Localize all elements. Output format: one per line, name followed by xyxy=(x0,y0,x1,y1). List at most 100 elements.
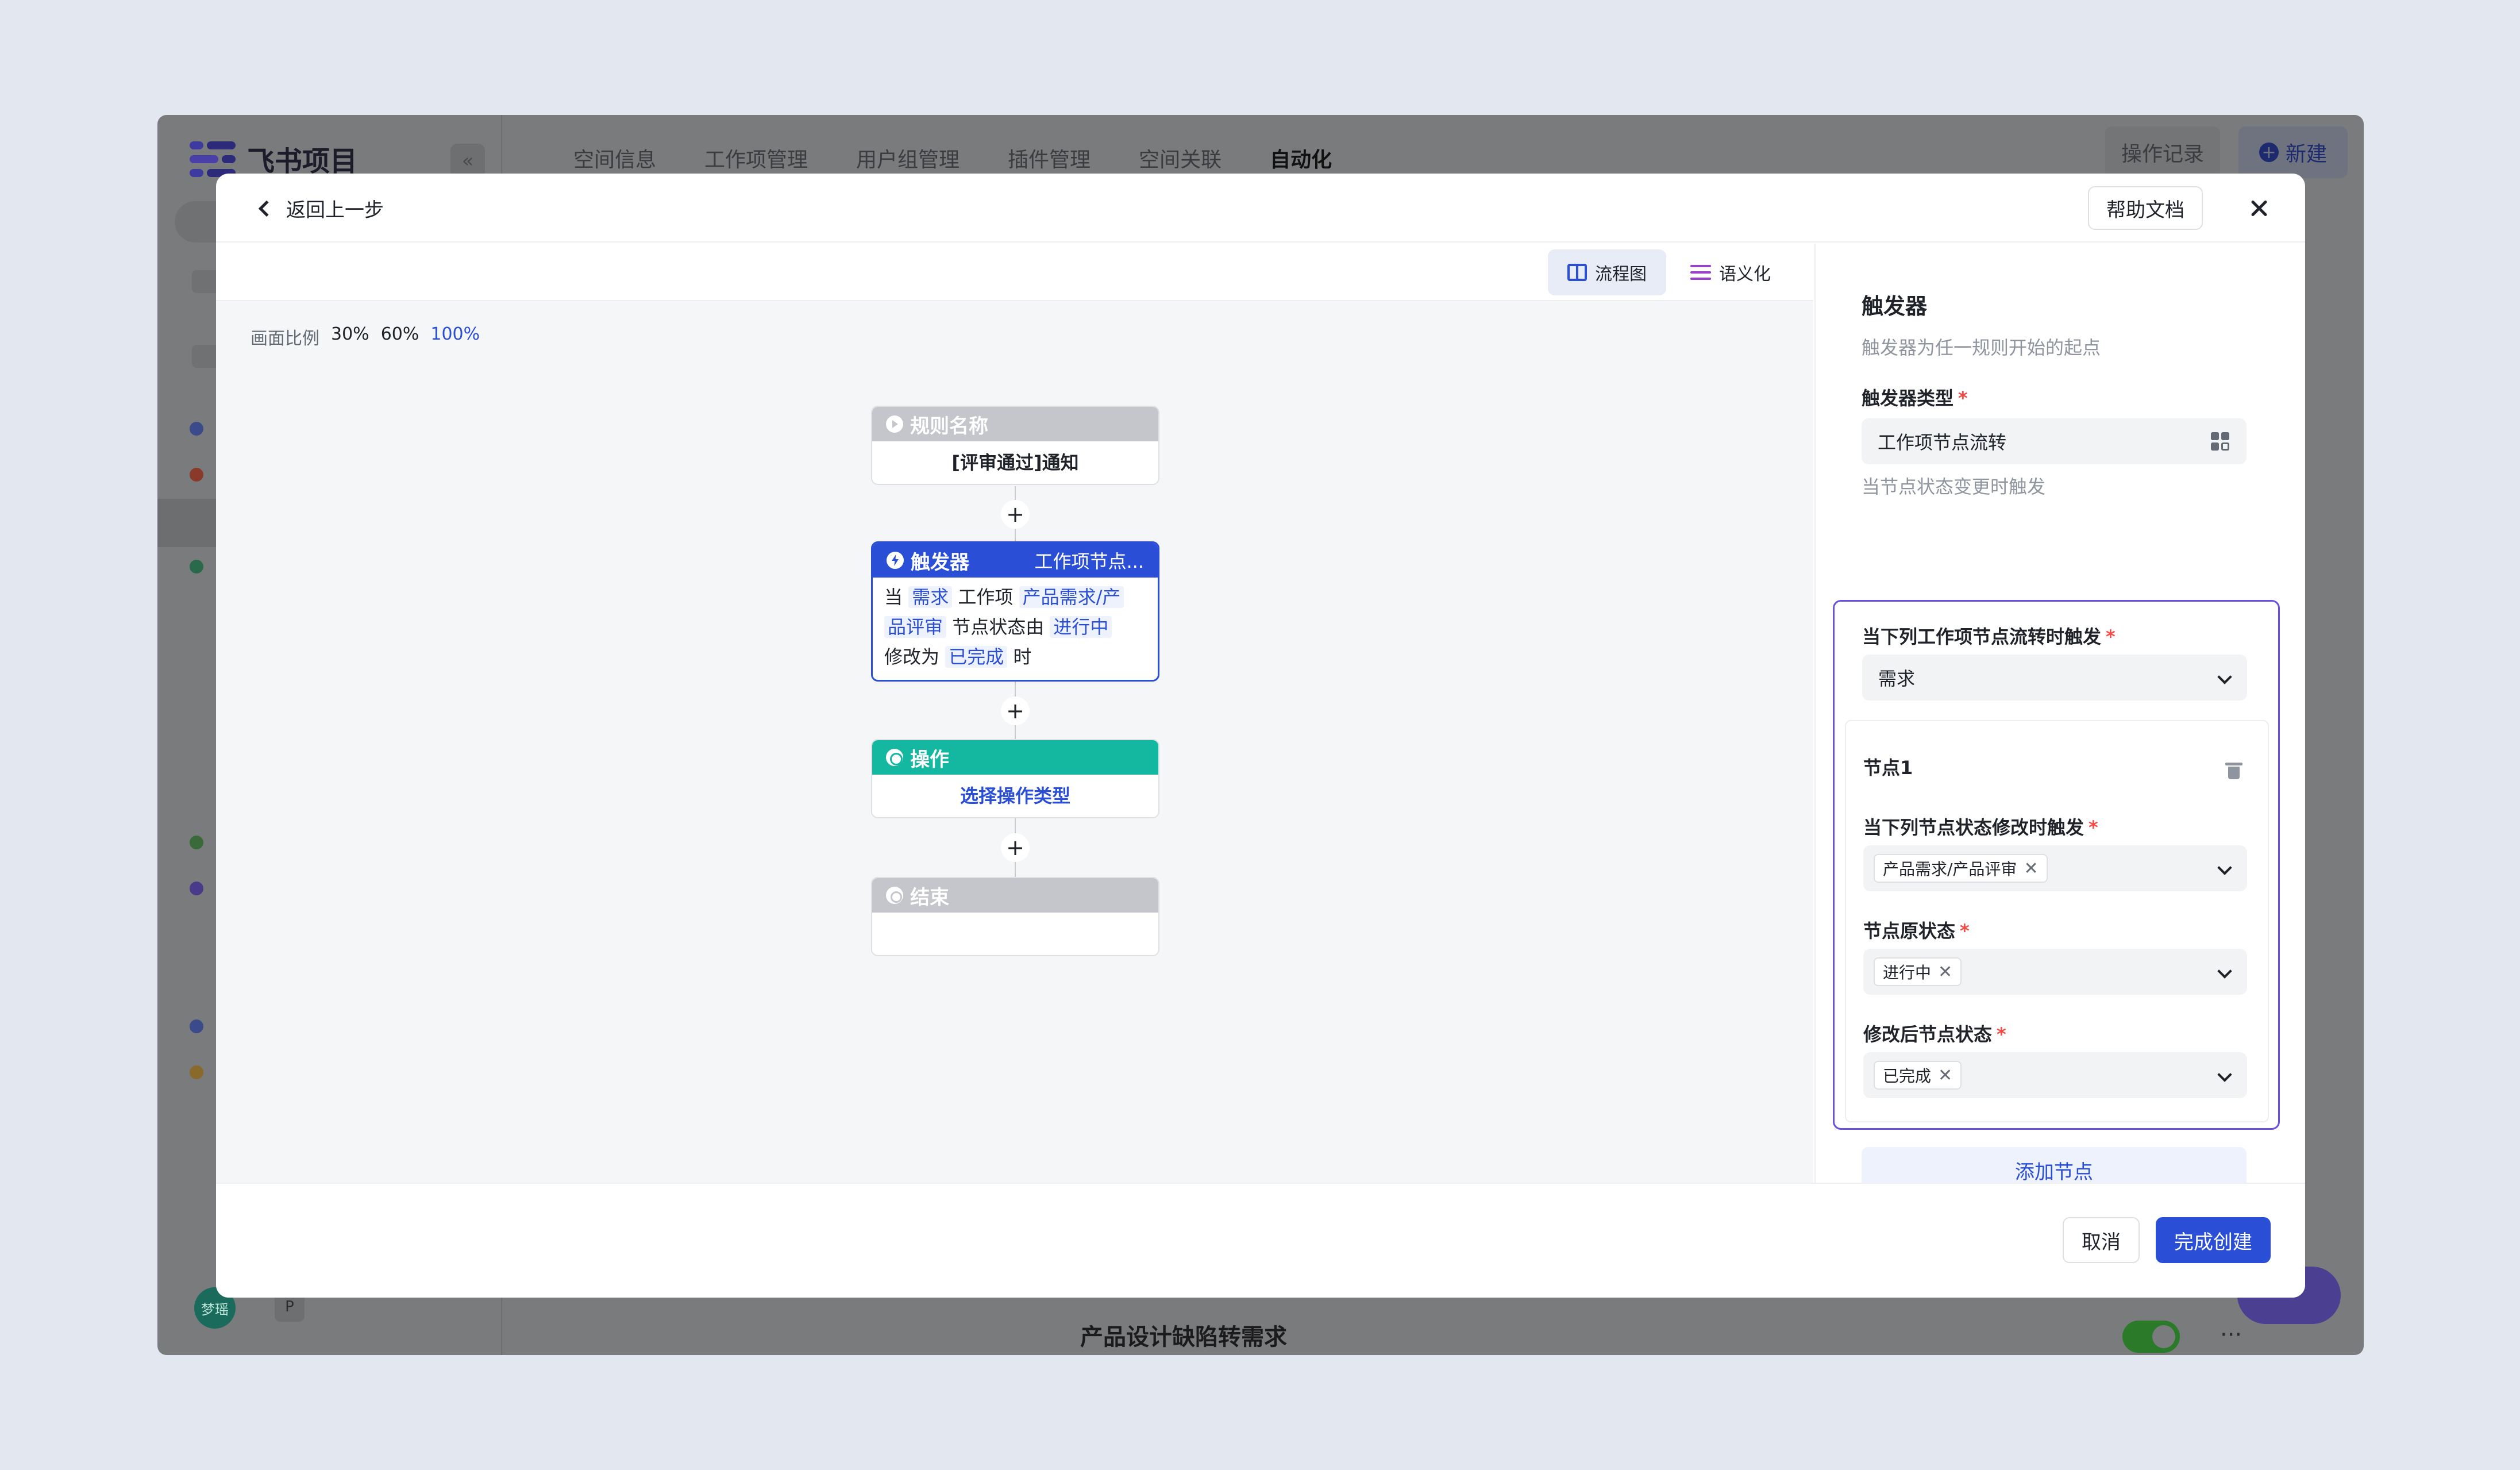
workitem-trigger-group: 当下列工作项节点流转时触发 * 需求 节点1 当下列节点状态修改时触发 * 产品需求… xyxy=(1833,600,2280,1130)
tab-automation[interactable]: 自动化 xyxy=(1270,143,1332,173)
collapse-sidebar-button[interactable]: « xyxy=(450,144,485,178)
trigger-token: 需求 xyxy=(908,586,953,608)
new-button[interactable]: + 新建 xyxy=(2238,126,2348,178)
to-status-select[interactable]: 已完成 ✕ xyxy=(1863,1052,2247,1098)
end-node-body xyxy=(872,913,1158,926)
required-mark: * xyxy=(2089,817,2098,838)
status-tag: 进行中 ✕ xyxy=(1874,957,1962,986)
rule-toggle[interactable] xyxy=(2122,1321,2180,1353)
trigger-node[interactable]: 触发器 工作项节点... 当 需求 工作项 产品需求/产 品评审 节点状态由 进… xyxy=(871,541,1159,682)
new-button-label: 新建 xyxy=(2285,143,2327,166)
operation-log-button[interactable]: 操作记录 xyxy=(2105,126,2220,178)
modal-header: 返回上一步 帮助文档 xyxy=(216,174,2305,243)
from-status-select[interactable]: 进行中 ✕ xyxy=(1863,949,2247,995)
trigger-token: 已完成 xyxy=(945,646,1008,668)
play-icon xyxy=(886,415,903,433)
trash-icon[interactable] xyxy=(2225,760,2242,780)
zoom-60[interactable]: 60% xyxy=(381,324,419,349)
panel-subtitle: 触发器为任一规则开始的起点 xyxy=(1862,337,2101,359)
zoom-100[interactable]: 100% xyxy=(430,324,480,349)
lightning-icon xyxy=(887,552,904,569)
zoom-30[interactable]: 30% xyxy=(331,324,369,349)
required-mark: * xyxy=(1958,387,1968,409)
cancel-button[interactable]: 取消 xyxy=(2063,1217,2140,1263)
space-dot xyxy=(190,468,203,482)
status-tag-label: 进行中 xyxy=(1883,963,1932,982)
rule-name-node[interactable]: 规则名称 [评审通过]通知 xyxy=(871,406,1159,485)
trigger-node-description: 当 需求 工作项 产品需求/产 品评审 节点状态由 进行中 修改为 已完成 时 xyxy=(873,578,1158,676)
tab-space-link[interactable]: 空间关联 xyxy=(1139,143,1222,173)
trigger-config-panel: 触发器 触发器为任一规则开始的起点 触发器类型 * 工作项节点流转 当节点状态变更… xyxy=(1814,244,2305,1193)
trigger-node-title: 触发器 xyxy=(911,551,969,574)
space-dot xyxy=(190,422,203,436)
add-step-button[interactable]: + xyxy=(1001,833,1030,862)
trigger-word: 节点状态由 xyxy=(952,616,1045,638)
remove-tag-icon[interactable]: ✕ xyxy=(1938,962,1952,982)
from-status-label: 节点原状态 * xyxy=(1863,917,1970,943)
end-node-title: 结束 xyxy=(910,886,949,909)
space-dot xyxy=(190,560,203,574)
complete-create-button[interactable]: 完成创建 xyxy=(2156,1217,2271,1263)
view-switch-bar: 流程图 语义化 xyxy=(216,244,1813,301)
action-node[interactable]: 操作 选择操作类型 xyxy=(871,739,1159,818)
status-tag-label: 已完成 xyxy=(1883,1067,1932,1086)
view-flow-button[interactable]: 流程图 xyxy=(1548,249,1666,295)
background-rule-name: 产品设计缺陷转需求 xyxy=(1080,1324,1287,1350)
tab-space-info[interactable]: 空间信息 xyxy=(573,143,656,173)
to-status-label-text: 修改后节点状态 xyxy=(1863,1023,1993,1045)
tab-usergroup[interactable]: 用户组管理 xyxy=(856,143,960,173)
back-label: 返回上一步 xyxy=(286,199,384,222)
add-step-button[interactable]: + xyxy=(1001,500,1030,529)
board-icon xyxy=(1567,264,1587,281)
app-title: 飞书项目 xyxy=(247,145,358,178)
trigger-word: 修改为 xyxy=(884,646,940,668)
tab-plugins[interactable]: 插件管理 xyxy=(1008,143,1091,173)
chevron-down-icon xyxy=(2217,964,2232,979)
chevron-down-icon xyxy=(2217,1067,2232,1082)
rule-node-header: 规则名称 xyxy=(872,407,1158,441)
rule-node-value: [评审通过]通知 xyxy=(951,452,1079,474)
action-node-value[interactable]: 选择操作类型 xyxy=(872,775,1158,815)
space-dot xyxy=(190,1019,203,1033)
node-trigger-label-text: 当下列节点状态修改时触发 xyxy=(1863,817,2084,838)
chevron-down-icon xyxy=(2217,860,2232,875)
zoom-control: 画面比例 30% 60% 100% xyxy=(251,324,480,349)
node-trigger-label: 当下列节点状态修改时触发 * xyxy=(1863,813,2098,840)
chevron-left-icon xyxy=(258,200,275,217)
view-semantic-button[interactable]: 语义化 xyxy=(1671,249,1790,295)
more-icon[interactable]: ··· xyxy=(2220,1322,2242,1348)
workitem-value: 需求 xyxy=(1878,668,1916,690)
trigger-node-type: 工作项节点... xyxy=(1034,551,1144,572)
trigger-type-select[interactable]: 工作项节点流转 xyxy=(1862,418,2247,464)
trigger-type-hint: 当节点状态变更时触发 xyxy=(1862,476,2046,498)
tab-workitem[interactable]: 工作项管理 xyxy=(704,143,808,173)
remove-tag-icon[interactable]: ✕ xyxy=(2024,859,2038,879)
required-mark: * xyxy=(1997,1023,2006,1045)
node-tag-label: 产品需求/产品评审 xyxy=(1883,860,2017,879)
add-step-button[interactable]: + xyxy=(1001,696,1030,725)
remove-tag-icon[interactable]: ✕ xyxy=(1938,1065,1952,1086)
stop-icon xyxy=(886,887,903,904)
plus-icon: + xyxy=(2259,143,2279,163)
back-button[interactable]: 返回上一步 xyxy=(258,194,384,222)
node-title: 节点1 xyxy=(1863,757,1913,779)
grid-plus-icon xyxy=(2211,432,2230,452)
node-trigger-select[interactable]: 产品需求/产品评审 ✕ xyxy=(1863,845,2247,891)
panel-title: 触发器 xyxy=(1862,294,1928,319)
close-icon[interactable] xyxy=(2238,187,2280,229)
action-node-title: 操作 xyxy=(910,748,949,771)
trigger-type-label: 触发器类型 * xyxy=(1862,384,1968,410)
trigger-type-value: 工作项节点流转 xyxy=(1878,432,2007,453)
trigger-node-header: 触发器 工作项节点... xyxy=(873,543,1158,578)
flow-canvas[interactable]: 流程图 语义化 画面比例 30% 60% 100% 规则名称 [评审通过]通知 xyxy=(216,244,1813,1183)
workitem-select[interactable]: 需求 xyxy=(1862,655,2247,701)
end-node[interactable]: 结束 xyxy=(871,877,1159,956)
action-icon xyxy=(886,749,903,766)
trigger-token: 产品需求/产 xyxy=(1019,586,1124,608)
node-tag: 产品需求/产品评审 ✕ xyxy=(1874,854,2048,883)
workitem-label: 当下列工作项节点流转时触发 * xyxy=(1862,622,2116,649)
help-docs-button[interactable]: 帮助文档 xyxy=(2088,186,2203,230)
zoom-label: 画面比例 xyxy=(251,329,319,349)
action-node-header: 操作 xyxy=(872,740,1158,775)
trigger-word: 工作项 xyxy=(958,586,1014,608)
